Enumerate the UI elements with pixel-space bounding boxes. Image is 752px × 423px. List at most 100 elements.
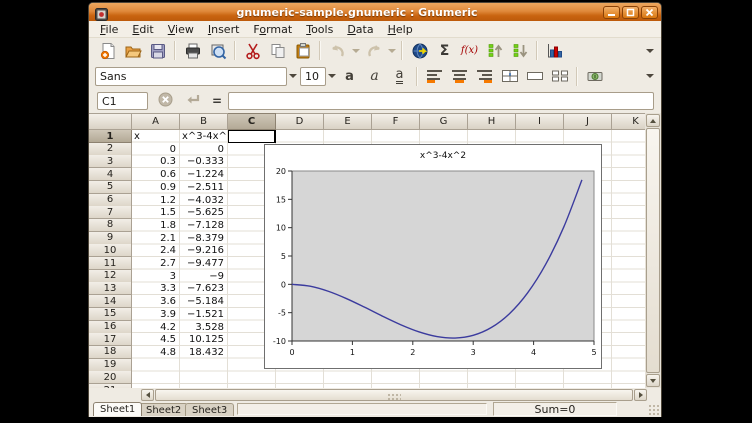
undo-dropdown-button[interactable] [350, 40, 361, 62]
embedded-chart[interactable]: x^3-4x^220151050-5-10012345 [264, 144, 602, 369]
horizontal-scrollbar[interactable] [89, 388, 661, 402]
font-size-dropdown-icon[interactable] [326, 65, 337, 87]
selected-cell-outline[interactable] [228, 130, 276, 143]
column-header-A[interactable]: A [132, 113, 180, 130]
cell-B18[interactable]: 18.432 [180, 347, 227, 359]
cell-B15[interactable]: −1.521 [180, 309, 227, 321]
scroll-right-button[interactable] [634, 389, 647, 401]
center-across-selection-button[interactable] [497, 65, 522, 87]
toolbar-overflow-button[interactable] [644, 65, 655, 87]
close-button[interactable] [641, 6, 658, 19]
autosum-button[interactable]: Σ [432, 40, 457, 62]
row-header-7[interactable]: 7 [89, 206, 132, 219]
sheet-tab-sheet2[interactable]: Sheet2 [139, 403, 188, 416]
new-button[interactable] [95, 40, 120, 62]
cell-B4[interactable]: −1.224 [180, 169, 227, 181]
cell-B8[interactable]: −7.128 [180, 220, 227, 232]
horizontal-scroll-thumb[interactable] [155, 389, 633, 401]
sheet-tab-sheet3[interactable]: Sheet3 [185, 403, 234, 416]
row-header-13[interactable]: 13 [89, 282, 132, 295]
vertical-scrollbar[interactable] [645, 113, 661, 388]
formula-entry-field[interactable] [228, 92, 654, 110]
cell-A5[interactable]: 0.9 [132, 182, 179, 194]
underline-button[interactable]: a [387, 65, 412, 87]
menu-item-format[interactable]: Format [246, 22, 299, 37]
redo-dropdown-button[interactable] [386, 40, 397, 62]
cell-A15[interactable]: 3.9 [132, 309, 179, 321]
menu-item-help[interactable]: Help [381, 22, 420, 37]
cell-B17[interactable]: 10.125 [180, 334, 227, 346]
italic-button[interactable]: a [362, 65, 387, 87]
cell-A16[interactable]: 4.2 [132, 322, 179, 334]
font-name-select[interactable]: Sans [95, 67, 287, 86]
cell-A17[interactable]: 4.5 [132, 334, 179, 346]
cell-A12[interactable]: 3 [132, 271, 179, 283]
cell-A11[interactable]: 2.7 [132, 258, 179, 270]
column-header-F[interactable]: F [372, 113, 420, 130]
split-cells-button[interactable] [547, 65, 572, 87]
cell-B14[interactable]: −5.184 [180, 296, 227, 308]
font-name-dropdown-icon[interactable] [287, 65, 298, 87]
cell-B11[interactable]: −9.477 [180, 258, 227, 270]
row-header-11[interactable]: 11 [89, 257, 132, 270]
maximize-button[interactable] [622, 6, 639, 19]
cell-B7[interactable]: −5.625 [180, 207, 227, 219]
menu-item-insert[interactable]: Insert [201, 22, 247, 37]
select-all-corner[interactable] [89, 113, 132, 130]
cell-A18[interactable]: 4.8 [132, 347, 179, 359]
row-header-10[interactable]: 10 [89, 244, 132, 257]
cell-A8[interactable]: 1.8 [132, 220, 179, 232]
row-header-20[interactable]: 20 [89, 371, 132, 384]
cell-B1[interactable]: x^3-4x^2 [180, 131, 227, 143]
cell-reference-box[interactable]: C1 [97, 92, 148, 110]
row-header-18[interactable]: 18 [89, 346, 132, 359]
row-header-5[interactable]: 5 [89, 181, 132, 194]
sort-ascending-button[interactable] [482, 40, 507, 62]
cell-A3[interactable]: 0.3 [132, 156, 179, 168]
align-center-button[interactable] [447, 65, 472, 87]
cell-A14[interactable]: 3.6 [132, 296, 179, 308]
row-header-9[interactable]: 9 [89, 232, 132, 245]
toolbar-overflow-button[interactable] [644, 40, 655, 62]
merge-cells-button[interactable] [522, 65, 547, 87]
cell-B6[interactable]: −4.032 [180, 195, 227, 207]
print-button[interactable] [180, 40, 205, 62]
scroll-left-button[interactable] [141, 389, 154, 401]
window-resize-grip[interactable] [648, 404, 659, 415]
menu-item-edit[interactable]: Edit [125, 22, 160, 37]
column-header-E[interactable]: E [324, 113, 372, 130]
cell-A10[interactable]: 2.4 [132, 245, 179, 257]
cancel-edit-button[interactable] [154, 91, 176, 111]
align-left-button[interactable] [422, 65, 447, 87]
row-header-19[interactable]: 19 [89, 359, 132, 372]
font-size-select[interactable]: 10 [300, 67, 326, 86]
undo-button[interactable] [325, 40, 350, 62]
minimize-button[interactable] [603, 6, 620, 19]
column-header-H[interactable]: H [468, 113, 516, 130]
column-header-B[interactable]: B [180, 113, 228, 130]
sheet-tab-sheet1[interactable]: Sheet1 [93, 402, 142, 416]
cell-A6[interactable]: 1.2 [132, 195, 179, 207]
column-header-G[interactable]: G [420, 113, 468, 130]
row-header-2[interactable]: 2 [89, 143, 132, 156]
menu-item-file[interactable]: File [93, 22, 125, 37]
accept-edit-button[interactable] [182, 91, 204, 111]
insert-chart-button[interactable] [542, 40, 567, 62]
menu-item-tools[interactable]: Tools [299, 22, 340, 37]
scroll-up-button[interactable] [646, 114, 660, 127]
hyperlink-button[interactable] [407, 40, 432, 62]
cell-B10[interactable]: −9.216 [180, 245, 227, 257]
column-header-I[interactable]: I [516, 113, 564, 130]
open-button[interactable] [120, 40, 145, 62]
cell-B2[interactable]: 0 [180, 144, 227, 156]
column-header-C[interactable]: C [228, 113, 276, 130]
sheet-grid[interactable]: xx^3-4x^2000.3−0.3330.6−1.2240.9−2.5111.… [89, 113, 661, 388]
column-header-D[interactable]: D [276, 113, 324, 130]
sort-descending-button[interactable] [507, 40, 532, 62]
paste-button[interactable] [290, 40, 315, 62]
cut-button[interactable] [240, 40, 265, 62]
scroll-down-button[interactable] [646, 374, 660, 387]
menu-item-view[interactable]: View [161, 22, 201, 37]
row-header-12[interactable]: 12 [89, 270, 132, 283]
row-header-3[interactable]: 3 [89, 155, 132, 168]
